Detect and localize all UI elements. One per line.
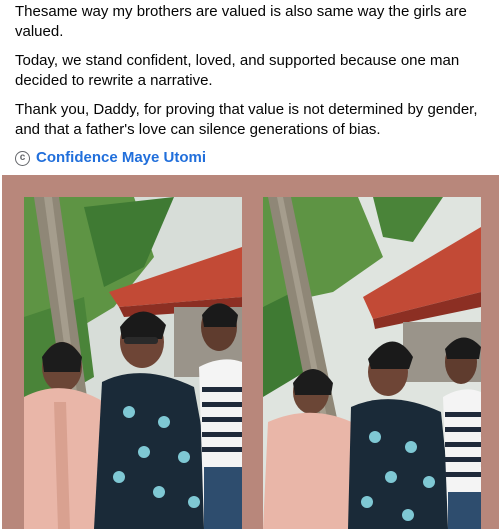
photo-2[interactable] [263, 197, 481, 529]
post-body: Thesame way my brothers are valued is al… [15, 2, 495, 168]
post-paragraph-3: Thank you, Daddy, for proving that value… [15, 101, 478, 138]
photo-2-image [263, 197, 481, 529]
author-credit: c Confidence Maye Utomi [15, 148, 495, 168]
author-name-link[interactable]: Confidence Maye Utomi [36, 148, 206, 168]
photo-1-image [24, 197, 242, 529]
post-paragraph-2: Today, we stand confident, loved, and su… [15, 52, 460, 89]
photo-1[interactable] [24, 197, 242, 529]
post-paragraph-1: Thesame way my brothers are valued is al… [15, 3, 467, 40]
copyright-icon: c [15, 150, 30, 166]
photo-grid [2, 175, 499, 529]
